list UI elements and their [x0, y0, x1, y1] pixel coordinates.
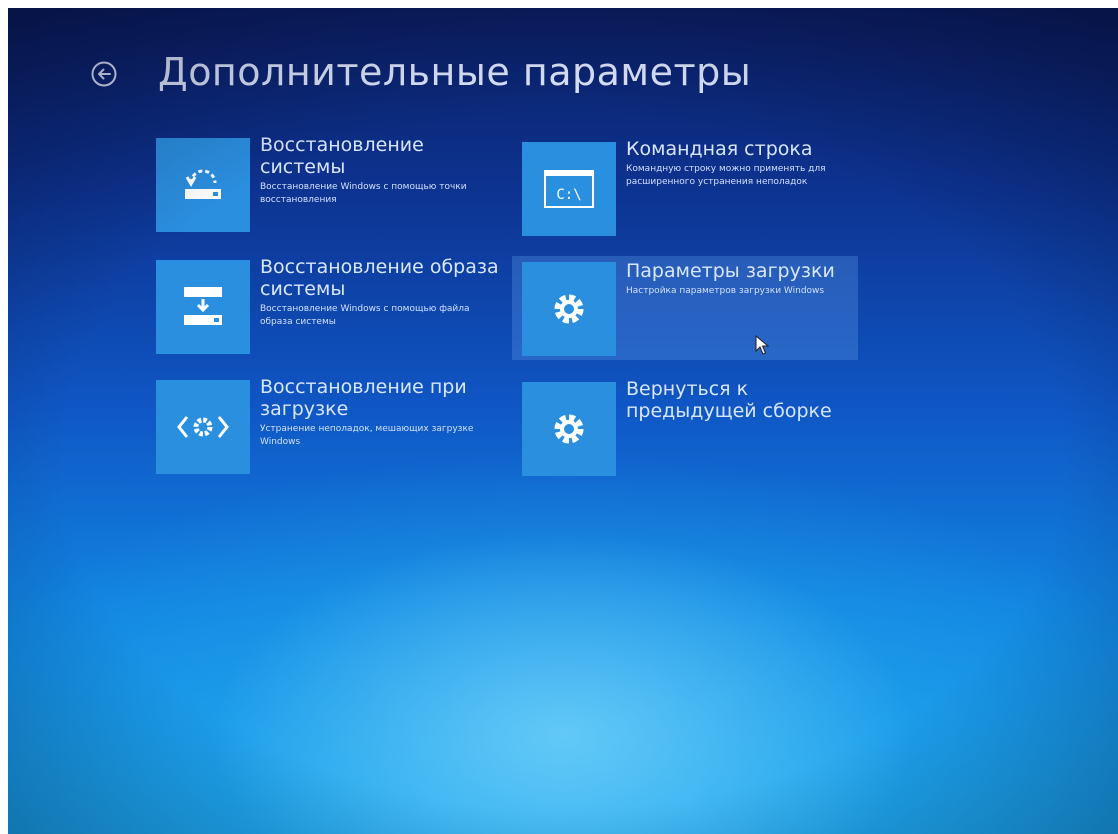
option-tile: [156, 380, 250, 474]
system-image-icon: [184, 287, 222, 325]
option-tile: [522, 262, 616, 356]
option-description: Командную строку можно применять для рас…: [626, 164, 826, 187]
startup-repair-icon: [177, 416, 229, 438]
option-tile: [522, 382, 616, 476]
option-tile: [156, 138, 250, 232]
recovery-screen: Дополнительные параметры Восстановление …: [8, 8, 1118, 834]
option-go-back-previous-build[interactable]: Вернуться к предыдущей сборке: [522, 378, 867, 482]
option-title: Параметры загрузки: [626, 260, 835, 282]
command-prompt-icon-text: C:\: [556, 187, 581, 203]
option-description: Восстановление Windows с помощью точки в…: [260, 182, 467, 205]
option-system-image-recovery[interactable]: Восстановление образа системы Восстановл…: [156, 256, 501, 360]
back-arrow-circle-icon[interactable]: [90, 60, 118, 88]
option-title: Командная строка: [626, 138, 813, 160]
option-command-prompt[interactable]: C:\ Командная строка Командную строку мо…: [522, 138, 867, 242]
option-title: Вернуться к предыдущей сборке: [626, 378, 832, 422]
option-description: Настройка параметров загрузки Windows: [626, 286, 825, 296]
option-tile: [156, 260, 250, 354]
option-description: Устранение неполадок, мешающих загрузке …: [260, 424, 474, 447]
page-title: Дополнительные параметры: [158, 50, 752, 94]
option-startup-repair[interactable]: Восстановление при загрузке Устранение н…: [156, 376, 501, 480]
option-system-restore[interactable]: Восстановление системы Восстановление Wi…: [156, 134, 501, 238]
gear-icon: [554, 414, 584, 444]
gear-icon: [554, 294, 584, 324]
option-startup-settings[interactable]: Параметры загрузки Настройка параметров …: [512, 256, 858, 360]
option-description: Восстановление Windows с помощью файла о…: [260, 304, 470, 327]
option-title: Восстановление системы: [260, 134, 424, 178]
system-restore-icon: [185, 169, 221, 199]
command-prompt-icon: C:\: [544, 170, 594, 208]
mouse-cursor-icon: [755, 335, 769, 355]
option-title: Восстановление образа системы: [260, 256, 499, 300]
option-tile: C:\: [522, 142, 616, 236]
option-title: Восстановление при загрузке: [260, 376, 467, 420]
